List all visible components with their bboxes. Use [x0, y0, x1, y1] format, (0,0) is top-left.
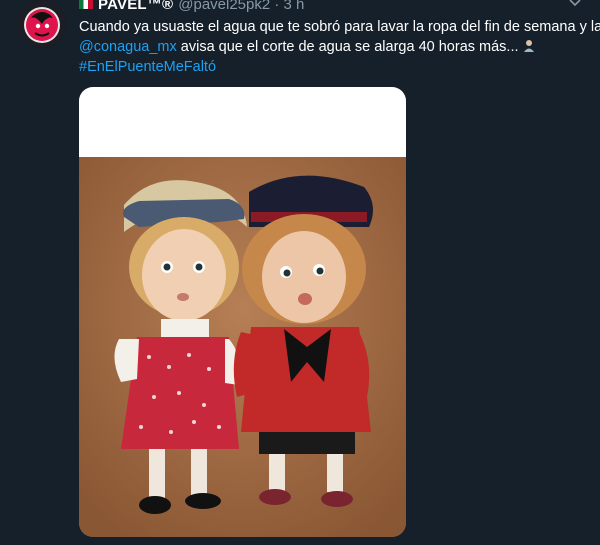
dolls-photo [79, 157, 406, 537]
tweet-text: Cuando ya usuaste el agua que te sobró p… [79, 17, 600, 77]
tweet-text-line-2-rest: avisa que el corte de agua se alarga 40 … [176, 39, 519, 55]
tweet-text-line-1: Cuando ya usuaste el agua que te sobró p… [79, 19, 600, 35]
tweet-text-line-2: @conagua_mx avisa que el corte de agua s… [79, 37, 584, 57]
chevron-down-icon[interactable] [568, 0, 582, 11]
tweet-media[interactable] [79, 87, 406, 537]
media-top-white-area [79, 87, 406, 157]
tweet-header: PAVEL™® @pavel25pk2 · 3 h [79, 0, 304, 13]
display-name[interactable]: PAVEL™® [98, 0, 173, 13]
avatar-image [18, 0, 66, 48]
avatar[interactable] [18, 0, 66, 48]
tweet-text-line-3: #EnElPuenteMeFaltó [79, 57, 584, 77]
mention-link[interactable]: @conagua_mx [79, 39, 177, 55]
person-gesturing-emoji-icon [522, 39, 536, 53]
tweet-card[interactable]: PAVEL™® @pavel25pk2 · 3 h Cuando ya usua… [0, 0, 600, 545]
handle-and-time[interactable]: @pavel25pk2 · 3 h [178, 0, 304, 13]
hashtag-link[interactable]: #EnElPuenteMeFaltó [79, 59, 216, 75]
mexico-flag-icon [79, 0, 93, 9]
